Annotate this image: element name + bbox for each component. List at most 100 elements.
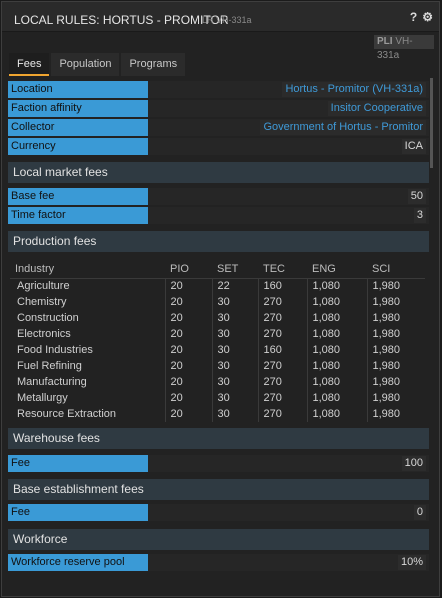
collector-row: Collector Government of Hortus - Promito…	[8, 119, 429, 136]
workforce-reserve-row: Workforce reserve pool 10%	[8, 554, 429, 571]
set-cell: 30	[211, 406, 258, 422]
set-cell: 22	[211, 278, 258, 294]
industry-cell: Manufacturing	[17, 376, 87, 388]
pio-cell: 20	[164, 310, 212, 326]
tec-cell: 270	[257, 310, 307, 326]
set-cell: 30	[211, 310, 258, 326]
scrollbar[interactable]	[430, 78, 433, 168]
base-establishment-fee-row: Fee 0	[8, 504, 429, 521]
location-link[interactable]: Hortus - Promitor (VH-331a)	[282, 82, 426, 97]
eng-cell: 1,080	[306, 406, 367, 422]
eng-cell: 1,080	[306, 294, 367, 310]
sci-cell: 1,980	[366, 406, 425, 422]
help-icon[interactable]: ?	[410, 11, 417, 23]
set-cell: 30	[211, 326, 258, 342]
collector-link[interactable]: Government of Hortus - Promitor	[260, 120, 426, 135]
pio-cell: 20	[164, 326, 212, 342]
currency-value: ICA	[401, 139, 426, 154]
pio-cell: 20	[164, 374, 212, 390]
eng-cell: 1,080	[306, 390, 367, 406]
pio-cell: 20	[164, 406, 212, 422]
workforce-header: Workforce	[8, 529, 429, 550]
eng-cell: 1,080	[306, 374, 367, 390]
pio-cell: 20	[164, 390, 212, 406]
industry-cell: Fuel Refining	[17, 360, 82, 372]
sci-cell: 1,980	[366, 390, 425, 406]
eng-cell: 1,080	[306, 342, 367, 358]
set-cell: 30	[211, 374, 258, 390]
currency-label: Currency	[8, 138, 148, 155]
set-cell: 30	[211, 294, 258, 310]
local-market-header: Local market fees	[8, 162, 429, 183]
location-row: Location Hortus - Promitor (VH-331a)	[8, 81, 429, 98]
faction-label: Faction affinity	[8, 100, 148, 117]
industry-cell: Metallurgy	[17, 392, 68, 404]
sci-cell: 1,980	[366, 358, 425, 374]
pio-cell: 20	[164, 294, 212, 310]
pio-cell: 20	[164, 342, 212, 358]
warehouse-header: Warehouse fees	[8, 428, 429, 449]
industry-cell: Agriculture	[17, 280, 70, 293]
table-row: Food Industries 20 30 160 1,080 1,980	[10, 342, 425, 358]
workforce-reserve-value: 10%	[397, 555, 426, 570]
sci-cell: 1,980	[366, 374, 425, 390]
tec-cell: 270	[257, 326, 307, 342]
base-establishment-fee-label: Fee	[8, 504, 148, 521]
column-header: SET	[212, 260, 258, 279]
sci-cell: 1,980	[366, 278, 425, 294]
table-row: Chemistry 20 30 270 1,080 1,980	[10, 294, 425, 310]
industry-cell: Electronics	[17, 328, 71, 340]
tec-cell: 270	[257, 406, 307, 422]
industry-cell: Construction	[17, 312, 79, 324]
window-titlebar[interactable]: LOCAL RULES: HORTUS - PROMITOR LR VH-331…	[2, 2, 439, 32]
base-establishment-header: Base establishment fees	[8, 479, 429, 500]
production-fees-table: Industry PIO SET TEC ENG SCI Agriculture…	[10, 260, 425, 422]
tab-fees[interactable]: Fees	[9, 53, 50, 76]
time-factor-value: 3	[413, 208, 426, 223]
collector-label: Collector	[8, 119, 148, 136]
table-row: Metallurgy 20 30 270 1,080 1,980	[10, 390, 425, 406]
gear-icon[interactable]: ⚙	[422, 11, 433, 23]
column-header: PIO	[165, 260, 212, 279]
tec-cell: 270	[257, 374, 307, 390]
faction-row: Faction affinity Insitor Cooperative	[8, 100, 429, 117]
base-fee-label: Base fee	[8, 188, 148, 205]
workforce-reserve-label: Workforce reserve pool	[8, 554, 148, 571]
tab-programs[interactable]: Programs	[121, 53, 186, 76]
pio-cell: 20	[164, 358, 212, 374]
faction-link[interactable]: Insitor Cooperative	[327, 101, 426, 116]
local-rules-window: LOCAL RULES: HORTUS - PROMITOR LR VH-331…	[1, 1, 440, 597]
base-establishment-fee-value: 0	[413, 505, 426, 520]
time-factor-row: Time factor 3	[8, 207, 429, 224]
tab-bar: Fees Population Programs	[9, 53, 186, 76]
production-header: Production fees	[8, 231, 429, 252]
tec-cell: 160	[257, 278, 307, 294]
column-header: Industry	[10, 260, 165, 279]
pio-cell: 20	[164, 278, 212, 294]
industry-cell: Resource Extraction	[17, 408, 117, 420]
tec-cell: 160	[257, 342, 307, 358]
table-row: Resource Extraction 20 30 270 1,080 1,98…	[10, 406, 425, 422]
column-header: TEC	[258, 260, 307, 279]
eng-cell: 1,080	[306, 326, 367, 342]
base-fee-value: 50	[407, 189, 426, 204]
table-header-row: Industry PIO SET TEC ENG SCI	[10, 260, 425, 279]
time-factor-label: Time factor	[8, 207, 148, 224]
window-subtitle: LR VH-331a	[202, 15, 252, 25]
pli-key: PLI	[377, 36, 393, 47]
column-header: SCI	[367, 260, 425, 279]
sci-cell: 1,980	[366, 326, 425, 342]
set-cell: 30	[211, 358, 258, 374]
sci-cell: 1,980	[366, 294, 425, 310]
table-row: Agriculture 20 22 160 1,080 1,980	[10, 278, 425, 294]
table-row: Manufacturing 20 30 270 1,080 1,980	[10, 374, 425, 390]
sci-cell: 1,980	[366, 342, 425, 358]
tec-cell: 270	[257, 358, 307, 374]
tab-population[interactable]: Population	[51, 53, 120, 76]
warehouse-fee-row: Fee 100	[8, 455, 429, 472]
table-row: Construction 20 30 270 1,080 1,980	[10, 310, 425, 326]
base-fee-row: Base fee 50	[8, 188, 429, 205]
pli-badge: PLI VH-331a	[374, 35, 434, 61]
sci-cell: 1,980	[366, 310, 425, 326]
industry-cell: Food Industries	[17, 344, 93, 356]
